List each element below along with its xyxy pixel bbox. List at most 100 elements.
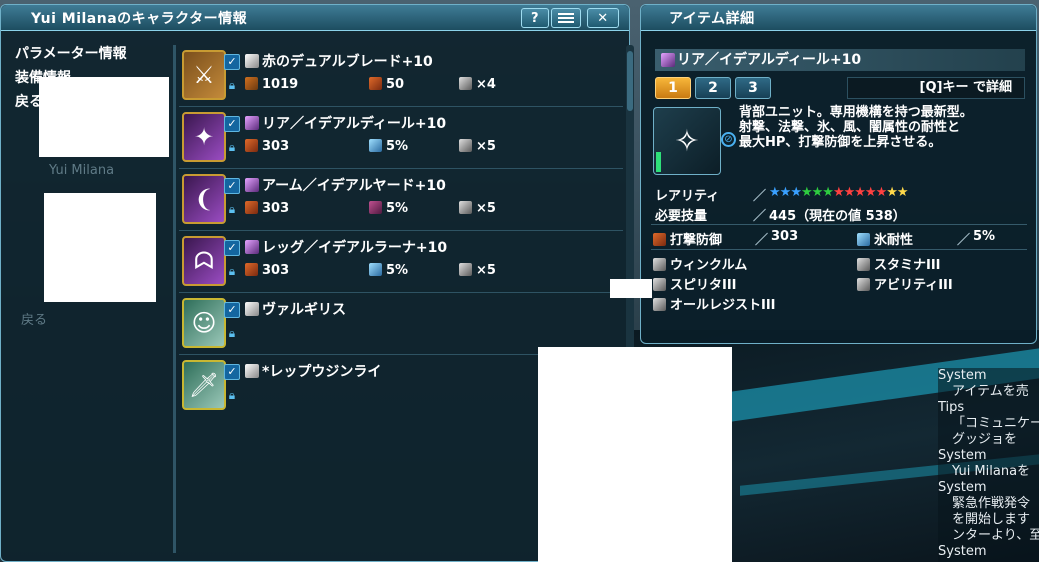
chat-message: アイテムを売 <box>952 384 1029 399</box>
tab-1[interactable]: 1 <box>655 77 691 99</box>
no-trade-icon: ⊘ <box>721 132 736 147</box>
tab-3[interactable]: 3 <box>735 77 771 99</box>
pp-value: 50 <box>386 77 405 92</box>
ability-slot: スピリタIII <box>653 274 737 293</box>
ability-slot: スタミナIII <box>857 254 941 273</box>
fire-resist-icon <box>369 201 382 214</box>
costume-icon: ☺ <box>182 298 226 348</box>
ghost-player-name: Yui Milana <box>49 163 115 178</box>
checkbox-icon[interactable]: ✓ <box>224 302 240 318</box>
unit-category-icon <box>245 116 259 130</box>
equipment-row[interactable]: ⚔ ✓ 🔒︎ 赤のデュアルブレード+10 1019 50 ×4 <box>179 45 623 107</box>
attack-icon <box>245 77 258 90</box>
chat-type: System <box>938 480 987 495</box>
ability-slot: アビリティIII <box>857 274 953 293</box>
unit-category-icon <box>661 53 675 67</box>
ghost-back-label: 戻る <box>21 313 48 328</box>
chat-type: System <box>938 448 987 463</box>
slot-count: ×5 <box>476 201 496 216</box>
detail-tabs: 1 2 3 <box>655 77 771 99</box>
rarity-star-icon: ★ <box>790 185 802 200</box>
separator: ／ <box>957 233 971 248</box>
character-info-titlebar[interactable]: Yui Milanaのキャラクター情報 ? ✕ <box>1 5 629 31</box>
equipment-name: リア／イデアルディール+10 <box>245 113 446 133</box>
defense-value: 303 <box>262 139 290 154</box>
detail-hint: [Q]キー で詳細 <box>847 77 1025 99</box>
leg-unit-icon: ᗣ <box>182 236 226 286</box>
sidebar-item-parameters[interactable]: パラメーター情報 <box>9 41 171 65</box>
scrollbar-thumb[interactable] <box>627 51 633 111</box>
equipment-row[interactable]: ᗣ ✓ 🔒︎ レッグ／イデアルラーナ+10 303 5% ×5 <box>179 231 623 293</box>
checkbox-icon[interactable]: ✓ <box>224 116 240 132</box>
item-detail-window: アイテム詳細 リア／イデアルディール+10 1 2 3 [Q]キー で詳細 ✧ … <box>640 4 1037 344</box>
chat-message: 「コミュニケー <box>952 416 1039 431</box>
rarity-star-icon: ★ <box>886 185 898 200</box>
item-detail-titlebar[interactable]: アイテム詳細 <box>641 5 1036 31</box>
dual-blades-icon: ⚔ <box>182 50 226 100</box>
rarity-star-icon: ★ <box>800 185 813 200</box>
strike-defense-icon <box>245 263 258 276</box>
item-thumbnail: ✧ <box>653 107 721 175</box>
defense-value: 303 <box>771 229 799 244</box>
ability-name: ウィンクルム <box>670 258 748 273</box>
list-icon <box>558 13 574 23</box>
rarity-star-icon: ★ <box>811 185 824 200</box>
requirement-label: 必要技量 <box>655 209 708 224</box>
slot-count: ×4 <box>476 77 496 92</box>
separator: ／ <box>753 189 767 204</box>
rarity-star-icon: ★ <box>822 185 834 200</box>
menu-button[interactable] <box>551 8 581 28</box>
ability-name: スタミナIII <box>874 258 941 273</box>
close-button[interactable]: ✕ <box>587 8 619 28</box>
ice-resist-icon <box>369 139 382 152</box>
equipment-name-text: *レップウジンライ <box>262 364 382 380</box>
checkbox-icon[interactable]: ✓ <box>224 240 240 256</box>
equipment-name-text: ヴァルギリス <box>262 302 346 318</box>
slot-count: ×5 <box>476 263 496 278</box>
weapon-category-icon <box>245 54 259 68</box>
chat-log[interactable]: System アイテムを売 Tips 「コミュニケー グッジョを System Yui Mi… <box>938 368 1039 562</box>
checkbox-icon[interactable]: ✓ <box>224 178 240 194</box>
equipment-name: ヴァルギリス <box>245 299 346 319</box>
redaction-mask <box>610 279 652 298</box>
lock-icon: 🔒︎ <box>228 78 236 92</box>
slot-icon <box>459 201 472 214</box>
sidebar-divider <box>173 45 176 553</box>
checkbox-icon[interactable]: ✓ <box>224 54 240 70</box>
camo-category-icon <box>245 364 259 378</box>
rarity-star-icon: ★ <box>896 185 909 200</box>
close-icon: ✕ <box>597 10 609 26</box>
equipment-name-text: レッグ／イデアルラーナ+10 <box>262 240 448 256</box>
resist-stat: 氷耐性 <box>857 229 913 248</box>
equipment-row[interactable]: ❨ ✓ 🔒︎ アーム／イデアルヤード+10 303 5% ×5 <box>179 169 623 231</box>
defense-value: 303 <box>262 201 290 216</box>
tab-2[interactable]: 2 <box>695 77 731 99</box>
chat-message: 緊急作戦発令 <box>952 496 1031 511</box>
chat-type: System <box>938 544 987 559</box>
checkbox-icon[interactable]: ✓ <box>224 364 240 380</box>
resist-value: 5% <box>386 139 409 154</box>
slot-icon <box>459 139 472 152</box>
item-description: 背部ユニット。専用機構を持つ最新型。 射撃、法撃、氷、風、闇属性の耐性と 最大H… <box>739 105 973 150</box>
resist-value: 5% <box>973 229 996 244</box>
equipment-row[interactable]: ✦ ✓ 🔒︎ リア／イデアルディール+10 303 5% ×5 <box>179 107 623 169</box>
equipment-name: アーム／イデアルヤード+10 <box>245 175 446 195</box>
resist-label: 氷耐性 <box>874 233 914 248</box>
resist-value: 5% <box>386 201 409 216</box>
ability-icon <box>653 258 666 271</box>
ability-name: オールレジストIII <box>670 298 776 313</box>
arm-unit-icon: ❨ <box>182 174 226 224</box>
rarity-star-icon: ★ <box>843 185 856 200</box>
rarity-label: レアリティ <box>655 189 720 204</box>
winged-unit-icon: ✧ <box>674 123 700 159</box>
defense-value: 303 <box>262 263 290 278</box>
slot-icon <box>459 77 472 90</box>
resist-value: 5% <box>386 263 409 278</box>
equipment-name-text: 赤のデュアルブレード+10 <box>262 54 433 70</box>
requirement-value: 445（現在の値 538） <box>769 209 906 224</box>
help-button[interactable]: ? <box>521 8 549 28</box>
unit-category-icon <box>245 240 259 254</box>
ability-slot: ウィンクルム <box>653 254 747 273</box>
costume-category-icon <box>245 302 259 316</box>
equipment-row[interactable]: ☺ ✓ 🔒︎ ヴァルギリス <box>179 293 623 355</box>
